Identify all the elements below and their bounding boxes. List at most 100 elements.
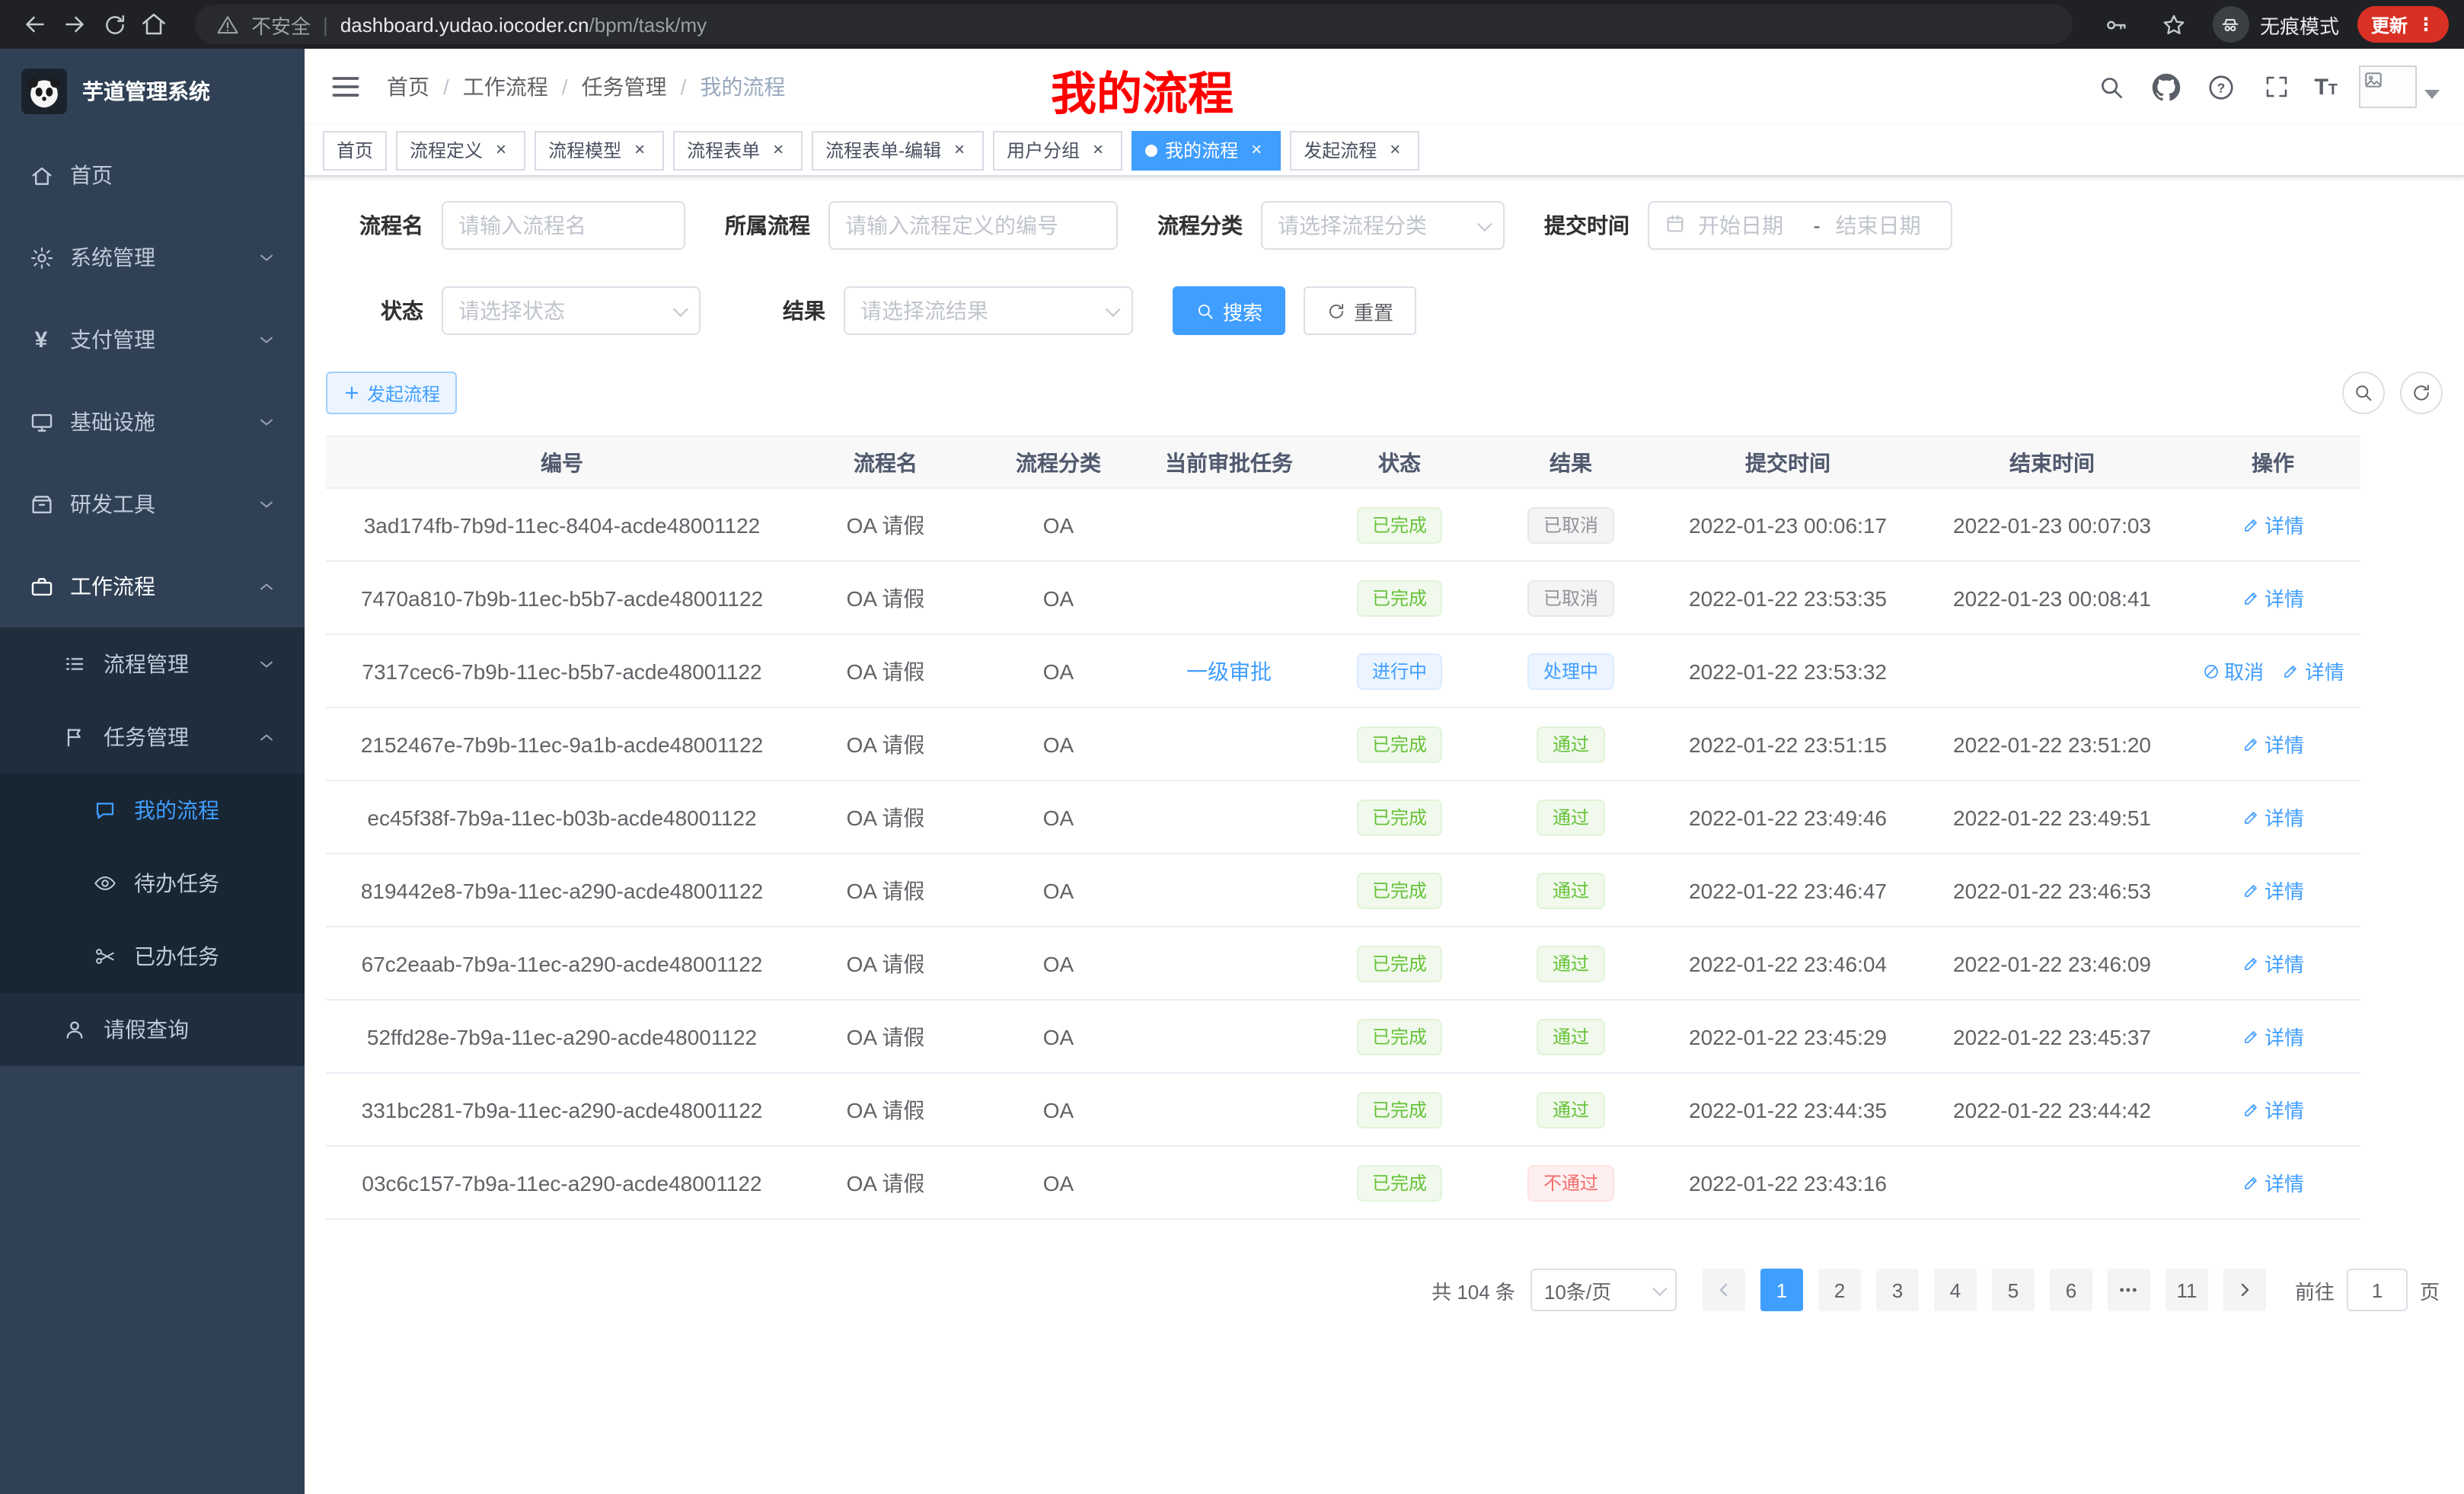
close-icon[interactable]: × (629, 139, 650, 161)
tab-start-process[interactable]: 发起流程× (1290, 130, 1419, 170)
sidebar: 芋道管理系统 首页 系统管理 ¥ 支付管理 基础设施 (0, 49, 305, 1494)
result-select[interactable]: 请选择流结果 (844, 286, 1133, 335)
sidebar-toggle-button[interactable] (329, 70, 362, 104)
date-range-picker[interactable]: 开始日期 - 结束日期 (1648, 201, 1952, 250)
detail-link[interactable]: 详情 (2242, 1022, 2304, 1051)
font-size-button[interactable]: TT (2314, 74, 2338, 100)
toggle-search-button[interactable] (2342, 372, 2385, 414)
page-button-11[interactable]: 11 (2166, 1269, 2208, 1311)
detail-link[interactable]: 详情 (2282, 656, 2344, 685)
cell-submit-time: 2022-01-22 23:46:04 (1657, 927, 1919, 1000)
tab-home[interactable]: 首页 (323, 130, 387, 170)
filter-process-definition: 所属流程 (725, 201, 1118, 250)
detail-link[interactable]: 详情 (2242, 583, 2304, 612)
status-badge: 进行中 (1357, 653, 1442, 689)
sidebar-item-done-tasks[interactable]: 已办任务 (0, 920, 305, 993)
status-badge: 已完成 (1357, 799, 1442, 835)
detail-link[interactable]: 详情 (2242, 729, 2304, 758)
detail-link[interactable]: 详情 (2242, 1095, 2304, 1124)
status-select[interactable]: 请选择状态 (442, 286, 701, 335)
bookmark-star-button[interactable] (2155, 5, 2194, 44)
browser-reload-button[interactable] (94, 5, 134, 44)
reload-icon (101, 11, 127, 37)
prev-page-button[interactable] (1703, 1269, 1745, 1311)
detail-link[interactable]: 详情 (2242, 876, 2304, 905)
sidebar-item-my-process[interactable]: 我的流程 (0, 774, 305, 847)
search-button[interactable]: 搜索 (1173, 286, 1285, 335)
sidebar-item-payment[interactable]: ¥ 支付管理 (0, 298, 305, 381)
browser-back-button[interactable] (15, 5, 55, 44)
browser-update-button[interactable]: 更新 ⋮ (2357, 6, 2449, 43)
close-icon[interactable]: × (490, 139, 512, 161)
chevron-down-icon (1477, 215, 1492, 231)
password-key-button[interactable] (2097, 5, 2137, 44)
app-logo[interactable]: 芋道管理系统 (0, 49, 305, 134)
breadcrumb-task-management[interactable]: 任务管理 (582, 72, 667, 102)
fullscreen-button[interactable] (2259, 70, 2293, 104)
browser-home-button[interactable] (134, 5, 174, 44)
page-button-5[interactable]: 5 (1992, 1269, 2035, 1311)
detail-link[interactable]: 详情 (2242, 1168, 2304, 1197)
tab-process-definition[interactable]: 流程定义× (396, 130, 525, 170)
edit-icon (2242, 1100, 2260, 1119)
detail-link[interactable]: 详情 (2242, 949, 2304, 978)
tab-process-form-edit[interactable]: 流程表单-编辑× (812, 130, 984, 170)
category-select[interactable]: 请选择流程分类 (1261, 201, 1505, 250)
tab-my-process[interactable]: 我的流程× (1131, 130, 1281, 170)
more-pages-button[interactable]: ••• (2108, 1269, 2150, 1311)
close-icon[interactable]: × (1384, 139, 1406, 161)
cell-end-time (1919, 634, 2185, 707)
close-icon[interactable]: × (768, 139, 789, 161)
page-button-2[interactable]: 2 (1818, 1269, 1861, 1311)
warning-icon (216, 13, 239, 36)
process-definition-input[interactable] (828, 201, 1118, 250)
incognito-profile-chip[interactable]: 无痕模式 (2213, 6, 2339, 43)
detail-link[interactable]: 详情 (2242, 510, 2304, 539)
user-avatar-menu[interactable] (2359, 65, 2440, 108)
next-page-button[interactable] (2223, 1269, 2266, 1311)
sidebar-item-workflow[interactable]: 工作流程 (0, 545, 305, 627)
breadcrumb-home[interactable]: 首页 (387, 72, 429, 102)
caret-down-icon (2424, 90, 2440, 99)
current-task-link[interactable]: 一级审批 (1186, 659, 1272, 683)
tab-process-model[interactable]: 流程模型× (535, 130, 664, 170)
result-badge: 通过 (1537, 799, 1604, 835)
pagination: 共 104 条 10条/页 1 2 3 4 5 6 ••• 11 (323, 1269, 2440, 1311)
sidebar-item-todo-tasks[interactable]: 待办任务 (0, 847, 305, 920)
menu-dots-icon: ⋮ (2417, 14, 2435, 35)
cancel-link[interactable]: 取消 (2201, 656, 2264, 685)
breadcrumb-workflow[interactable]: 工作流程 (463, 72, 548, 102)
sidebar-item-infrastructure[interactable]: 基础设施 (0, 381, 305, 463)
process-name-input[interactable] (442, 201, 685, 250)
filter-submit-time: 提交时间 开始日期 - 结束日期 (1544, 201, 1952, 250)
help-button[interactable]: ? (2204, 70, 2238, 104)
sidebar-item-task-management[interactable]: 任务管理 (0, 701, 305, 774)
page-button-1[interactable]: 1 (1760, 1269, 1803, 1311)
page-button-3[interactable]: 3 (1876, 1269, 1919, 1311)
page-button-4[interactable]: 4 (1934, 1269, 1977, 1311)
sidebar-item-dev-tools[interactable]: 研发工具 (0, 463, 305, 545)
close-icon[interactable]: × (1087, 139, 1109, 161)
page-size-select[interactable]: 10条/页 (1530, 1269, 1677, 1311)
browser-forward-button[interactable] (55, 5, 94, 44)
close-icon[interactable]: × (1246, 139, 1267, 161)
sidebar-item-process-management[interactable]: 流程管理 (0, 627, 305, 701)
address-bar[interactable]: 不安全 | dashboard.yudao.iocoder.cn/bpm/tas… (195, 5, 2073, 44)
cell-name: OA 请假 (798, 561, 973, 634)
update-label: 更新 (2371, 11, 2408, 37)
refresh-table-button[interactable] (2400, 372, 2443, 414)
github-link-button[interactable] (2150, 70, 2183, 104)
page-button-6[interactable]: 6 (2050, 1269, 2092, 1311)
sidebar-item-leave-query[interactable]: 请假查询 (0, 993, 305, 1066)
tab-process-form[interactable]: 流程表单× (673, 130, 803, 170)
close-icon[interactable]: × (949, 139, 970, 161)
start-process-button[interactable]: 发起流程 (326, 372, 457, 414)
sidebar-item-system[interactable]: 系统管理 (0, 216, 305, 298)
tab-user-group[interactable]: 用户分组× (993, 130, 1122, 170)
header-search-button[interactable] (2095, 70, 2128, 104)
goto-page-input[interactable] (2347, 1269, 2408, 1311)
plus-icon (343, 384, 361, 402)
detail-link[interactable]: 详情 (2242, 803, 2304, 832)
sidebar-item-home[interactable]: 首页 (0, 134, 305, 216)
reset-button[interactable]: 重置 (1304, 286, 1416, 335)
